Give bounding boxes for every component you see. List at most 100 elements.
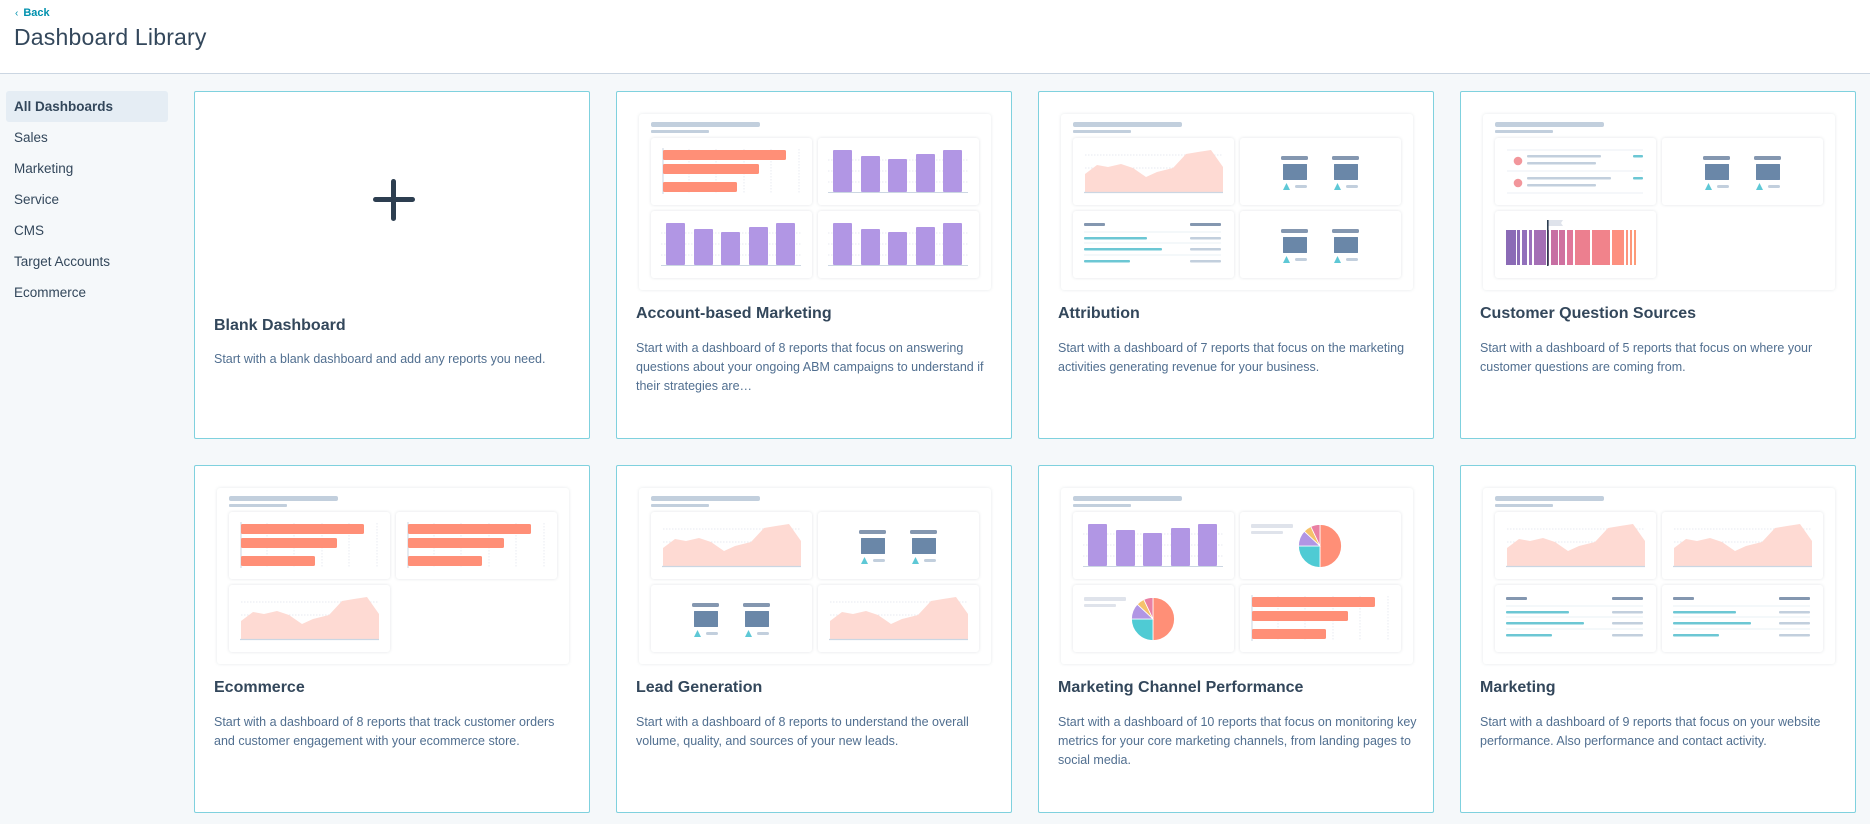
table-row xyxy=(1673,634,1719,637)
dashboard-preview-thumbnail xyxy=(217,488,569,664)
dashboard-card-blank[interactable]: Blank Dashboard Start with a blank dashb… xyxy=(194,91,590,439)
preview-subtitle-placeholder xyxy=(1073,130,1131,133)
preview-tile-timeline xyxy=(1495,211,1656,278)
preview-table-chart xyxy=(1084,223,1221,263)
preview-pie-chart xyxy=(1251,524,1342,568)
bar xyxy=(408,524,531,534)
page-header: ‹ Back Dashboard Library xyxy=(0,0,1870,74)
card-description: Start with a dashboard of 8 reports that… xyxy=(214,715,555,748)
trend-up-icon xyxy=(1756,183,1763,190)
dashboard-card-customer-question-sources[interactable]: Customer Question Sources Start with a d… xyxy=(1460,91,1856,439)
preview-title-placeholder xyxy=(651,496,760,501)
timeline-segment xyxy=(1626,230,1628,265)
kpi-block xyxy=(1334,164,1358,180)
preview-tile-area xyxy=(1495,512,1656,579)
kpi-block xyxy=(694,611,718,627)
back-label: Back xyxy=(23,7,50,19)
kpi-block xyxy=(1756,164,1780,180)
table-row xyxy=(1084,260,1130,263)
dashboard-card-account-based-marketing[interactable]: Account-based Marketing Start with a das… xyxy=(616,91,1012,439)
bar xyxy=(408,556,482,566)
preview-tile-vbar xyxy=(1073,512,1234,579)
trend-up-icon xyxy=(861,557,868,564)
preview-table-chart xyxy=(1506,597,1643,637)
sidebar-item-target-accounts[interactable]: Target Accounts xyxy=(6,246,168,277)
table-row xyxy=(1084,237,1147,240)
preview-title-placeholder xyxy=(229,496,338,501)
timeline-segment xyxy=(1551,230,1558,265)
sidebar-item-ecommerce[interactable]: Ecommerce xyxy=(6,277,168,308)
preview-tile-area xyxy=(1073,138,1234,205)
dashboard-preview-thumbnail xyxy=(1061,114,1413,290)
kpi-block xyxy=(1283,237,1307,253)
preview-tile-list xyxy=(1495,138,1656,205)
preview-area-chart xyxy=(829,597,968,641)
preview-tile-table xyxy=(1073,211,1234,278)
list-dot xyxy=(1513,156,1523,166)
preview-hbar-chart xyxy=(240,522,378,568)
preview-tile-vbar xyxy=(651,211,812,278)
timeline-segment xyxy=(1506,230,1516,265)
bar xyxy=(241,556,315,566)
trend-up-icon xyxy=(1334,256,1341,263)
timeline-segment xyxy=(1559,230,1565,265)
area xyxy=(241,597,379,639)
preview-title-placeholder xyxy=(651,122,760,127)
bar xyxy=(694,229,713,265)
preview-tile-area xyxy=(229,585,390,652)
area xyxy=(1674,524,1812,566)
bar xyxy=(1171,528,1190,566)
dashboard-card-lead-generation[interactable]: Lead Generation Start with a dashboard o… xyxy=(616,465,1012,813)
preview-vbar-chart xyxy=(828,223,968,266)
sidebar-item-all-dashboards[interactable]: All Dashboards xyxy=(6,91,168,122)
card-title: Account-based Marketing xyxy=(636,305,832,322)
timeline-marker xyxy=(1547,220,1549,266)
dashboard-preview-thumbnail xyxy=(1061,488,1413,664)
dashboard-card-attribution[interactable]: Attribution Start with a dashboard of 7 … xyxy=(1038,91,1434,439)
bar xyxy=(861,229,880,265)
dashboard-card-ecommerce[interactable]: Ecommerce Start with a dashboard of 8 re… xyxy=(194,465,590,813)
timeline-segment xyxy=(1522,230,1527,265)
trend-up-icon xyxy=(1283,183,1290,190)
bar xyxy=(408,538,504,548)
preview-area-chart xyxy=(1506,524,1645,568)
table-row xyxy=(1506,634,1552,637)
preview-vbar-chart xyxy=(1083,524,1223,567)
table-row xyxy=(1673,611,1736,614)
dashboard-card-marketing-channel-performance[interactable]: Marketing Channel Performance Start with… xyxy=(1038,465,1434,813)
table-row xyxy=(1506,611,1569,614)
bar xyxy=(833,150,852,192)
table-row xyxy=(1673,622,1751,625)
sidebar-item-sales[interactable]: Sales xyxy=(6,122,168,153)
sidebar-nav: All Dashboards Sales Marketing Service C… xyxy=(6,91,168,308)
kpi-block xyxy=(1283,164,1307,180)
card-title: Blank Dashboard xyxy=(214,317,346,334)
bar xyxy=(1088,524,1107,566)
preview-kpi-chart xyxy=(859,530,937,564)
preview-tile-vbar xyxy=(818,211,979,278)
bar xyxy=(663,150,786,160)
preview-tile-kpi xyxy=(1240,211,1401,278)
dashboard-card-marketing[interactable]: Marketing Start with a dashboard of 9 re… xyxy=(1460,465,1856,813)
sidebar-item-service[interactable]: Service xyxy=(6,184,168,215)
preview-subtitle-placeholder xyxy=(1495,130,1553,133)
area xyxy=(830,597,968,639)
table-row xyxy=(1506,622,1584,625)
timeline-segment xyxy=(1534,230,1546,265)
page-title: Dashboard Library xyxy=(14,24,207,50)
pie-slice xyxy=(1131,618,1154,641)
card-title: Lead Generation xyxy=(636,679,763,696)
list-dot xyxy=(1513,178,1523,188)
preview-tile-kpi xyxy=(1662,138,1823,205)
sidebar-item-cms[interactable]: CMS xyxy=(6,215,168,246)
bar xyxy=(241,538,337,548)
bar xyxy=(1198,524,1217,566)
bar xyxy=(666,223,685,265)
bar xyxy=(721,232,740,265)
pie-slice xyxy=(1298,545,1321,568)
back-link[interactable]: ‹ Back xyxy=(15,7,50,19)
bar xyxy=(888,159,907,192)
preview-hbar-chart xyxy=(407,522,545,568)
card-description: Start with a dashboard of 7 reports that… xyxy=(1058,341,1405,374)
sidebar-item-marketing[interactable]: Marketing xyxy=(6,153,168,184)
